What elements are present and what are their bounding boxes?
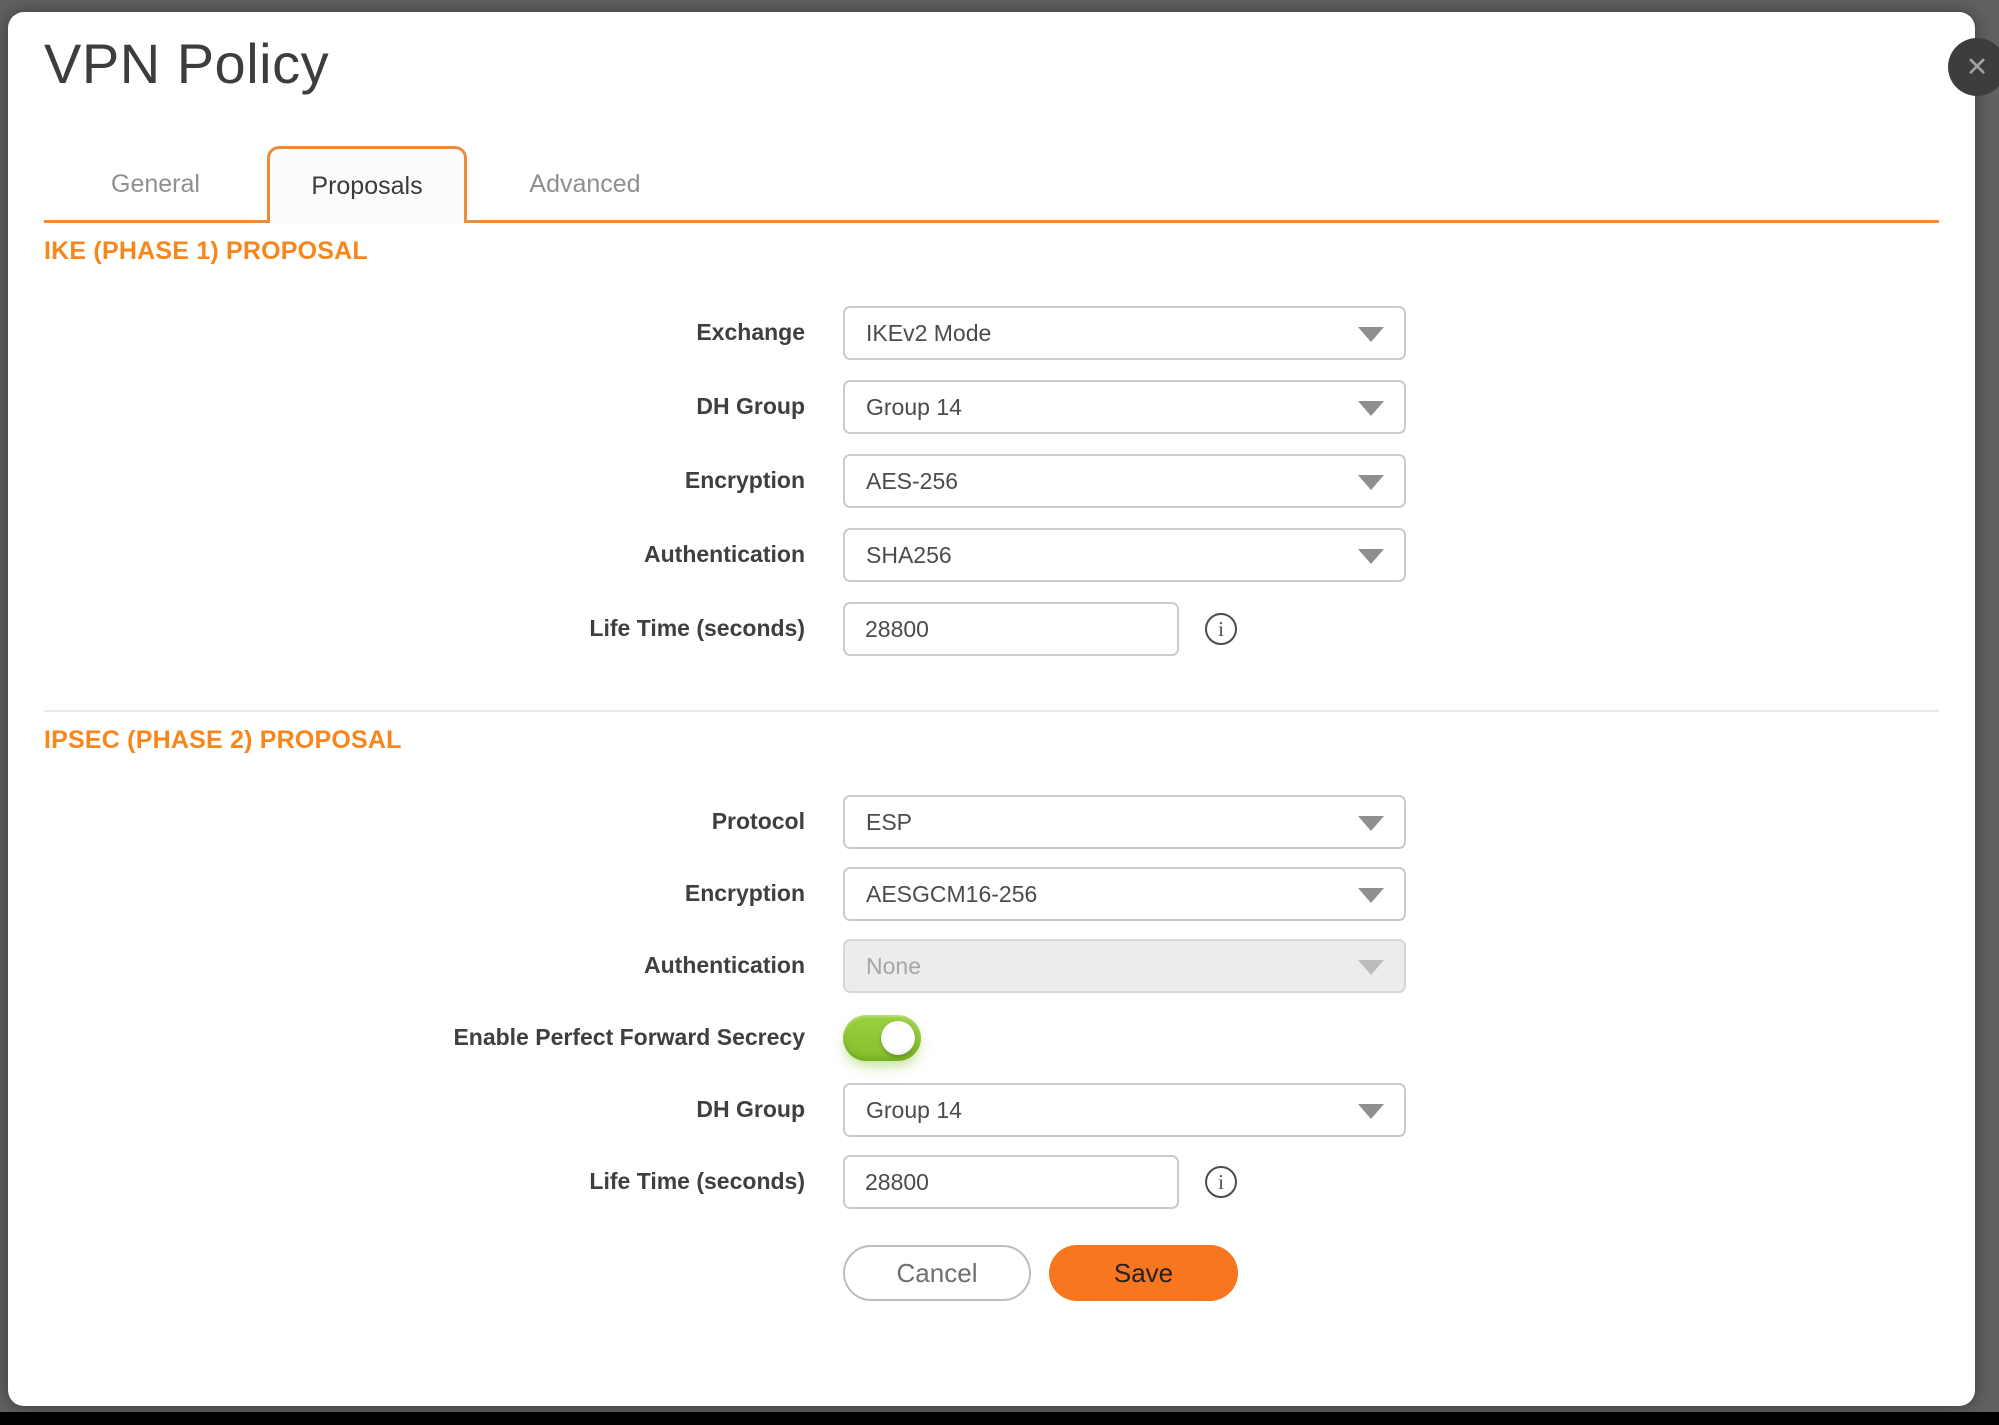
- exchange-label: Exchange: [44, 319, 805, 347]
- ipsec-lifetime-label: Life Time (seconds): [44, 1168, 805, 1196]
- section-divider: [44, 710, 1939, 712]
- pfs-label: Enable Perfect Forward Secrecy: [44, 1024, 805, 1052]
- form-row-ipsec-lifetime: Life Time (seconds) i: [44, 1155, 1939, 1209]
- protocol-select[interactable]: ESP: [843, 795, 1406, 849]
- chevron-down-icon: [1358, 960, 1384, 975]
- authentication-label: Authentication: [44, 541, 805, 569]
- chevron-down-icon: [1358, 888, 1384, 903]
- tab-label: General: [111, 170, 200, 199]
- toggle-knob: [881, 1021, 915, 1055]
- cancel-button[interactable]: Cancel: [843, 1245, 1031, 1301]
- close-icon: ✕: [1966, 54, 1989, 81]
- ipsec-authentication-select-value: None: [866, 953, 921, 980]
- ike-lifetime-input[interactable]: [843, 602, 1179, 656]
- ike-phase1-section: Exchange IKEv2 Mode DH Group Group 14 En…: [44, 306, 1939, 656]
- dialog-actions: Cancel Save: [843, 1245, 1406, 1301]
- dialog-title: VPN Policy: [44, 12, 1939, 96]
- info-icon[interactable]: i: [1205, 613, 1237, 645]
- authentication-select-value: SHA256: [866, 542, 952, 569]
- tab-proposals[interactable]: Proposals: [267, 146, 467, 223]
- pfs-toggle[interactable]: [843, 1015, 921, 1061]
- encryption-select-value: AES-256: [866, 468, 958, 495]
- tab-advanced[interactable]: Advanced: [467, 146, 703, 223]
- tab-label: Proposals: [311, 172, 422, 201]
- form-row-ipsec-encryption: Encryption AESGCM16-256: [44, 867, 1939, 921]
- tab-label: Advanced: [529, 170, 640, 199]
- ipsec-authentication-label: Authentication: [44, 952, 805, 980]
- ipsec-dh-group-label: DH Group: [44, 1096, 805, 1124]
- vpn-policy-dialog: VPN Policy General Proposals Advanced IK…: [8, 12, 1975, 1406]
- ipsec-phase2-section: Protocol ESP Encryption AESGCM16-256 Aut…: [44, 795, 1939, 1301]
- tab-general[interactable]: General: [44, 146, 267, 223]
- form-row-ipsec-dh-group: DH Group Group 14: [44, 1083, 1939, 1137]
- form-row-exchange: Exchange IKEv2 Mode: [44, 306, 1939, 360]
- lifetime-label: Life Time (seconds): [44, 615, 805, 643]
- chevron-down-icon: [1358, 327, 1384, 342]
- chevron-down-icon: [1358, 401, 1384, 416]
- ipsec-dh-group-select[interactable]: Group 14: [843, 1083, 1406, 1137]
- ipsec-authentication-select-disabled: None: [843, 939, 1406, 993]
- form-row-dh-group: DH Group Group 14: [44, 380, 1939, 434]
- ipsec-phase2-heading: IPSEC (PHASE 2) PROPOSAL: [44, 726, 1939, 755]
- ipsec-encryption-label: Encryption: [44, 880, 805, 908]
- ike-encryption-select[interactable]: AES-256: [843, 454, 1406, 508]
- dialog-actions-row: Cancel Save: [44, 1245, 1939, 1301]
- dh-group-label: DH Group: [44, 393, 805, 421]
- chevron-down-icon: [1358, 549, 1384, 564]
- ike-authentication-select[interactable]: SHA256: [843, 528, 1406, 582]
- chevron-down-icon: [1358, 816, 1384, 831]
- ipsec-dh-group-select-value: Group 14: [866, 1097, 962, 1124]
- form-row-pfs: Enable Perfect Forward Secrecy: [44, 1011, 1939, 1065]
- chevron-down-icon: [1358, 1104, 1384, 1119]
- ike-dh-group-select[interactable]: Group 14: [843, 380, 1406, 434]
- form-row-encryption: Encryption AES-256: [44, 454, 1939, 508]
- form-row-authentication: Authentication SHA256: [44, 528, 1939, 582]
- protocol-label: Protocol: [44, 808, 805, 836]
- ipsec-lifetime-input[interactable]: [843, 1155, 1179, 1209]
- exchange-select[interactable]: IKEv2 Mode: [843, 306, 1406, 360]
- info-icon[interactable]: i: [1205, 1166, 1237, 1198]
- chevron-down-icon: [1358, 475, 1384, 490]
- exchange-select-value: IKEv2 Mode: [866, 320, 991, 347]
- ipsec-encryption-select-value: AESGCM16-256: [866, 881, 1037, 908]
- close-button[interactable]: ✕: [1948, 38, 1999, 96]
- encryption-label: Encryption: [44, 467, 805, 495]
- form-row-lifetime: Life Time (seconds) i: [44, 602, 1939, 656]
- dh-group-select-value: Group 14: [866, 394, 962, 421]
- save-button[interactable]: Save: [1049, 1245, 1238, 1301]
- ike-phase1-heading: IKE (PHASE 1) PROPOSAL: [44, 237, 1939, 266]
- protocol-select-value: ESP: [866, 809, 912, 836]
- form-row-protocol: Protocol ESP: [44, 795, 1939, 849]
- ipsec-encryption-select[interactable]: AESGCM16-256: [843, 867, 1406, 921]
- tab-bar: General Proposals Advanced: [44, 146, 1939, 223]
- form-row-ipsec-authentication: Authentication None: [44, 939, 1939, 993]
